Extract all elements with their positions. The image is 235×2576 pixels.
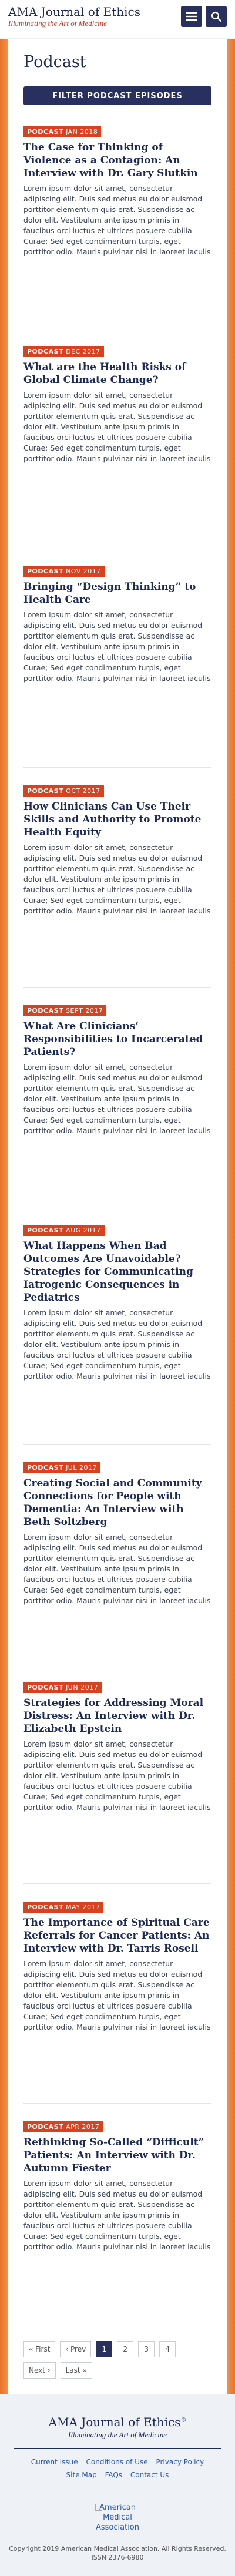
pagination-last[interactable]: Last »	[60, 2362, 92, 2379]
filter-podcast-episodes-button[interactable]: FILTER PODCAST EPISODES	[24, 86, 212, 105]
header-buttons	[181, 6, 227, 27]
search-icon	[211, 11, 221, 22]
episode-title-link[interactable]: The Importance of Spiritual Care Referra…	[24, 1916, 212, 1955]
podcast-tag-label: PODCAST	[27, 1464, 64, 1472]
footer-title-text: AMA Journal of Ethics	[48, 2415, 181, 2429]
search-button[interactable]	[206, 6, 227, 27]
episode-excerpt: Lorem ipsum dolor sit amet, consectetur …	[24, 1959, 211, 2031]
main-panel: Podcast FILTER PODCAST EPISODES PODCAST J…	[8, 39, 227, 2394]
podcast-tag: PODCAST MAY 2017	[24, 1902, 104, 1913]
footer-links: Current Issue Conditions of Use Privacy …	[8, 2456, 227, 2481]
episode-excerpt: Lorem ipsum dolor sit amet, consectetur …	[24, 2179, 211, 2251]
podcast-tag-label: PODCAST	[27, 128, 64, 136]
podcast-tag-label: PODCAST	[27, 1007, 64, 1015]
episode-card: PODCAST DEC 2017 What are the Health Risks…	[24, 346, 212, 548]
footer-link-privacy-policy[interactable]: Privacy Policy	[156, 2458, 204, 2466]
broken-image-icon	[95, 2504, 102, 2511]
registered-mark: ®	[180, 2417, 187, 2424]
menu-button[interactable]	[181, 6, 202, 27]
content-wrap: Podcast FILTER PODCAST EPISODES PODCAST J…	[0, 39, 235, 2394]
episode-excerpt: Lorem ipsum dolor sit amet, consectetur …	[24, 391, 211, 463]
podcast-tag: PODCAST JUN 2017	[24, 1682, 102, 1693]
episode-excerpt: Lorem ipsum dolor sit amet, consectetur …	[24, 610, 211, 683]
episode-date: AUG 2017	[66, 1227, 101, 1234]
pagination: « First ‹ Prev 1 2 3 4 Next › Last »	[24, 2341, 194, 2379]
episode-date: DEC 2017	[66, 348, 100, 355]
episode-date: JUL 2017	[66, 1464, 97, 1472]
footer-link-current-issue[interactable]: Current Issue	[31, 2458, 78, 2466]
episode-excerpt: Lorem ipsum dolor sit amet, consectetur …	[24, 1308, 211, 1381]
footer-link-faqs[interactable]: FAQs	[105, 2471, 123, 2479]
episode-date: MAY 2017	[66, 1903, 100, 1911]
footer-link-site-map[interactable]: Site Map	[66, 2471, 97, 2479]
episode-card: PODCAST JUN 2017 Strategies for Addressing…	[24, 1682, 212, 1884]
podcast-tag: PODCAST JUL 2017	[24, 1462, 100, 1473]
copyright-text: Copyright 2019 American Medical Associat…	[9, 2545, 226, 2553]
footer-link-contact-us[interactable]: Contact Us	[130, 2471, 169, 2479]
podcast-tag-label: PODCAST	[27, 2123, 64, 2131]
copyright: Copyright 2019 American Medical Associat…	[8, 2544, 227, 2562]
pagination-first[interactable]: « First	[24, 2341, 56, 2357]
podcast-tag-label: PODCAST	[27, 787, 64, 795]
podcast-tag-label: PODCAST	[27, 1903, 64, 1911]
episode-title-link[interactable]: What Happens When Bad Outcomes Are Unavo…	[24, 1240, 212, 1304]
pagination-page-3[interactable]: 3	[138, 2341, 155, 2357]
episode-card: PODCAST SEPT 2017 What Are Clinicians’ Res…	[24, 1005, 212, 1207]
episode-date: NOV 2017	[66, 567, 101, 575]
pagination-next[interactable]: Next ›	[24, 2362, 56, 2379]
episode-title-link[interactable]: Creating Social and Community Connection…	[24, 1477, 212, 1529]
episode-title-link[interactable]: What are the Health Risks of Global Clim…	[24, 361, 212, 387]
podcast-tag-label: PODCAST	[27, 1227, 64, 1234]
podcast-tag: PODCAST AUG 2017	[24, 1225, 105, 1236]
episode-title-link[interactable]: What Are Clinicians’ Responsibilities to…	[24, 1020, 212, 1059]
episode-excerpt: Lorem ipsum dolor sit amet, consectetur …	[24, 1533, 211, 1605]
podcast-tag: PODCAST SEPT 2017	[24, 1005, 107, 1016]
ama-logo-alt-text: American Medical Association	[95, 2503, 140, 2532]
podcast-tag-label: PODCAST	[27, 567, 64, 575]
episode-excerpt: Lorem ipsum dolor sit amet, consectetur …	[24, 843, 211, 915]
episode-date: SEPT 2017	[66, 1007, 103, 1015]
episode-excerpt: Lorem ipsum dolor sit amet, consectetur …	[24, 1739, 211, 1812]
footer-tagline: Illuminating the Art of Medicine	[68, 2430, 167, 2439]
site-footer: AMA Journal of Ethics® Illuminating the …	[0, 2394, 235, 2576]
pagination-page-2[interactable]: 2	[117, 2341, 134, 2357]
ama-logo[interactable]: American Medical Association	[94, 2503, 141, 2533]
episode-card: PODCAST JUL 2017 Creating Social and Commu…	[24, 1462, 212, 1664]
podcast-tag: PODCAST NOV 2017	[24, 566, 105, 577]
pagination-page-1[interactable]: 1	[96, 2341, 113, 2357]
page-title: Podcast	[24, 53, 86, 71]
podcast-tag: PODCAST APR 2017	[24, 2121, 103, 2132]
menu-icon	[186, 12, 197, 21]
footer-title: AMA Journal of Ethics®	[8, 2415, 227, 2429]
episode-date: JUN 2017	[66, 1684, 99, 1691]
footer-divider	[14, 2448, 221, 2449]
episode-card: PODCAST JAN 2018 The Case for Thinking of …	[24, 126, 212, 328]
podcast-tag: PODCAST JAN 2018	[24, 126, 102, 137]
episode-card: PODCAST NOV 2017 Bringing “Design Thinking…	[24, 566, 212, 768]
episode-excerpt: Lorem ipsum dolor sit amet, consectetur …	[24, 1063, 211, 1135]
podcast-tag-label: PODCAST	[27, 1684, 64, 1691]
episode-title-link[interactable]: Rethinking So-Called “Difficult” Patient…	[24, 2136, 212, 2175]
episode-card: PODCAST AUG 2017 What Happens When Bad Out…	[24, 1225, 212, 1445]
podcast-tag-label: PODCAST	[27, 348, 64, 355]
issn-text: ISSN 2376-6980	[91, 2554, 144, 2561]
episode-title-link[interactable]: Strategies for Addressing Moral Distress…	[24, 1697, 212, 1735]
episode-excerpt: Lorem ipsum dolor sit amet, consectetur …	[24, 184, 211, 256]
episode-title-link[interactable]: Bringing “Design Thinking” to Health Car…	[24, 580, 212, 606]
site-header: AMA Journal of Ethics Illuminating the A…	[0, 0, 235, 38]
episode-date: APR 2017	[66, 2123, 100, 2131]
episode-title-link[interactable]: The Case for Thinking of Violence as a C…	[24, 141, 212, 180]
episode-card: PODCAST OCT 2017 How Clinicians Can Use Th…	[24, 785, 212, 988]
episode-title-link[interactable]: How Clinicians Can Use Their Skills and …	[24, 800, 212, 839]
podcast-tag: PODCAST DEC 2017	[24, 346, 104, 357]
footer-link-conditions-of-use[interactable]: Conditions of Use	[86, 2458, 148, 2466]
pagination-prev[interactable]: ‹ Prev	[60, 2341, 92, 2357]
pagination-page-4[interactable]: 4	[159, 2341, 176, 2357]
episode-card: PODCAST MAY 2017 The Importance of Spiritu…	[24, 1902, 212, 2104]
episode-list: PODCAST JAN 2018 The Case for Thinking of …	[24, 126, 212, 2323]
episode-date: OCT 2017	[66, 787, 100, 795]
episode-card: PODCAST APR 2017 Rethinking So-Called “Dif…	[24, 2121, 212, 2323]
episode-date: JAN 2018	[66, 128, 98, 136]
podcast-tag: PODCAST OCT 2017	[24, 785, 104, 797]
